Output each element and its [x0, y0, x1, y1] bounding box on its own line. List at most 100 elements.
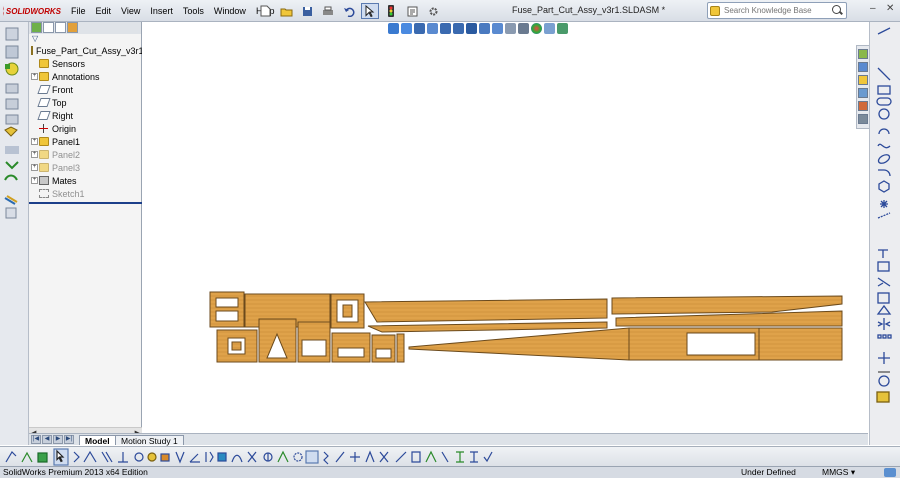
universal-joint-icon[interactable] — [335, 451, 345, 463]
linear-sketch-pattern-icon[interactable] — [877, 334, 892, 339]
zoom-in-out-icon[interactable] — [427, 23, 438, 34]
tab-model[interactable]: Model — [79, 435, 116, 446]
zoom-to-fit-icon[interactable] — [388, 23, 399, 34]
smart-mate-icon[interactable] — [5, 62, 19, 76]
prev-tab-icon[interactable]: ◀ — [42, 435, 52, 444]
insert-components-icon[interactable] — [5, 27, 19, 41]
convert-entities-icon[interactable] — [877, 292, 890, 304]
section-view-icon[interactable] — [479, 23, 490, 34]
rollback-bar[interactable] — [29, 202, 142, 204]
mass-properties-icon[interactable] — [411, 451, 421, 463]
circle-icon[interactable] — [878, 108, 890, 120]
move-component-icon[interactable] — [5, 98, 19, 110]
view-palette-icon[interactable] — [858, 88, 868, 98]
rack-pinion-icon[interactable] — [305, 450, 319, 464]
tree-item-right-plane[interactable]: Right — [29, 109, 141, 122]
assembly-visualization-icon[interactable] — [456, 451, 464, 463]
sensor-icon[interactable] — [441, 451, 449, 463]
knowledge-base-search[interactable] — [707, 2, 847, 19]
options-button[interactable] — [424, 3, 442, 19]
filter-icon[interactable]: ▽ — [29, 34, 141, 44]
undo-button[interactable] — [340, 3, 358, 19]
panel-frame-window[interactable] — [330, 293, 365, 329]
section-properties-icon[interactable] — [425, 450, 437, 463]
bulkhead-1[interactable] — [216, 329, 258, 363]
trim-icon[interactable] — [877, 277, 891, 287]
tree-item-sketch1[interactable]: Sketch1 — [29, 187, 141, 200]
linear-coupler-icon[interactable] — [247, 451, 257, 463]
mate-coincident-icon[interactable] — [83, 450, 97, 463]
new-motion-study-icon[interactable] — [5, 161, 19, 170]
arc-icon[interactable] — [878, 128, 890, 135]
interference-detection-icon[interactable] — [350, 452, 360, 462]
pan-icon[interactable] — [414, 23, 425, 34]
gear-mate-icon[interactable] — [293, 452, 303, 462]
mate-lock-icon[interactable] — [160, 453, 170, 462]
tree-root[interactable]: Fuse_Part_Cut_Assy_v3r1 (D — [29, 44, 156, 57]
apply-scene-icon[interactable] — [544, 23, 555, 34]
new-document-button[interactable] — [256, 3, 274, 19]
hinge-mate-icon[interactable] — [277, 450, 289, 463]
custom-properties-icon[interactable] — [858, 114, 868, 124]
menu-insert[interactable]: Insert — [145, 6, 178, 16]
save-button[interactable] — [298, 3, 316, 19]
expand-icon[interactable]: + — [31, 151, 38, 158]
tree-item-annotations[interactable]: + Annotations — [29, 70, 141, 83]
solidworks-logo[interactable]: SOLIDWORKS — [3, 3, 61, 19]
width-mate-icon[interactable] — [217, 452, 227, 462]
tree-item-panel3[interactable]: + Panel3 — [29, 161, 141, 174]
measure-icon[interactable] — [395, 451, 407, 463]
tree-item-panel2[interactable]: + Panel2 — [29, 148, 141, 161]
help-icon[interactable] — [884, 468, 896, 477]
exploded-view-icon[interactable] — [4, 195, 18, 205]
expand-icon[interactable]: + — [31, 138, 38, 145]
bulkhead-3[interactable] — [297, 321, 331, 363]
bulkhead-6[interactable] — [396, 333, 405, 363]
explode-line-sketch-icon[interactable] — [5, 207, 17, 219]
bulkhead-2[interactable] — [258, 318, 297, 363]
mate-angle-icon[interactable] — [189, 453, 200, 463]
bill-of-materials-icon[interactable] — [4, 174, 18, 181]
fuselage-side-right-upper[interactable] — [611, 295, 843, 315]
screw-mate-icon[interactable] — [323, 451, 329, 465]
tab-motion-study-1[interactable]: Motion Study 1 — [115, 435, 184, 446]
graphics-area[interactable] — [142, 22, 868, 445]
tree-item-sensors[interactable]: Sensors — [29, 57, 141, 70]
bulkhead-4[interactable] — [331, 332, 371, 363]
tree-item-front-plane[interactable]: Front — [29, 83, 141, 96]
spline-icon[interactable] — [877, 143, 891, 149]
close-button[interactable]: ✕ — [886, 3, 894, 14]
menu-view[interactable]: View — [116, 6, 145, 16]
open-button[interactable] — [277, 3, 295, 19]
move-entities-icon[interactable] — [878, 352, 890, 364]
quick-snaps-icon[interactable] — [876, 391, 890, 403]
menu-tools[interactable]: Tools — [178, 6, 209, 16]
mate-tangent-icon[interactable] — [134, 452, 144, 462]
minimize-button[interactable]: – — [870, 3, 876, 14]
units-selector[interactable]: MMGS ▾ — [822, 467, 855, 478]
menu-file[interactable]: File — [66, 6, 91, 16]
centerline-icon[interactable] — [877, 212, 891, 219]
display-manager-tab[interactable] — [67, 22, 78, 33]
filter-faces-icon[interactable] — [37, 452, 48, 463]
menu-edit[interactable]: Edit — [91, 6, 117, 16]
mate-icon[interactable] — [5, 45, 19, 59]
tree-item-panel1[interactable]: + Panel1 — [29, 135, 141, 148]
first-tab-icon[interactable]: |◀ — [31, 435, 41, 444]
select-other-icon[interactable] — [73, 451, 80, 463]
performance-evaluation-icon[interactable] — [470, 451, 478, 463]
fuselage-side-upper[interactable] — [364, 298, 608, 323]
path-mate-icon[interactable] — [231, 454, 243, 463]
bulkhead-5[interactable] — [371, 334, 396, 363]
mate-parallel-icon[interactable] — [101, 451, 113, 463]
previous-view-icon[interactable] — [466, 23, 477, 34]
polygon-icon[interactable] — [878, 180, 890, 193]
property-manager-tab[interactable] — [43, 22, 54, 33]
select-button[interactable] — [361, 3, 379, 19]
cam-mate-icon[interactable] — [263, 452, 273, 462]
assembly-features-icon[interactable] — [4, 126, 18, 137]
zoom-to-area-icon[interactable] — [440, 23, 451, 34]
appearances-icon[interactable] — [858, 101, 868, 111]
mirror-icon[interactable] — [877, 318, 891, 330]
fuselage-bottom-long[interactable] — [408, 327, 843, 361]
